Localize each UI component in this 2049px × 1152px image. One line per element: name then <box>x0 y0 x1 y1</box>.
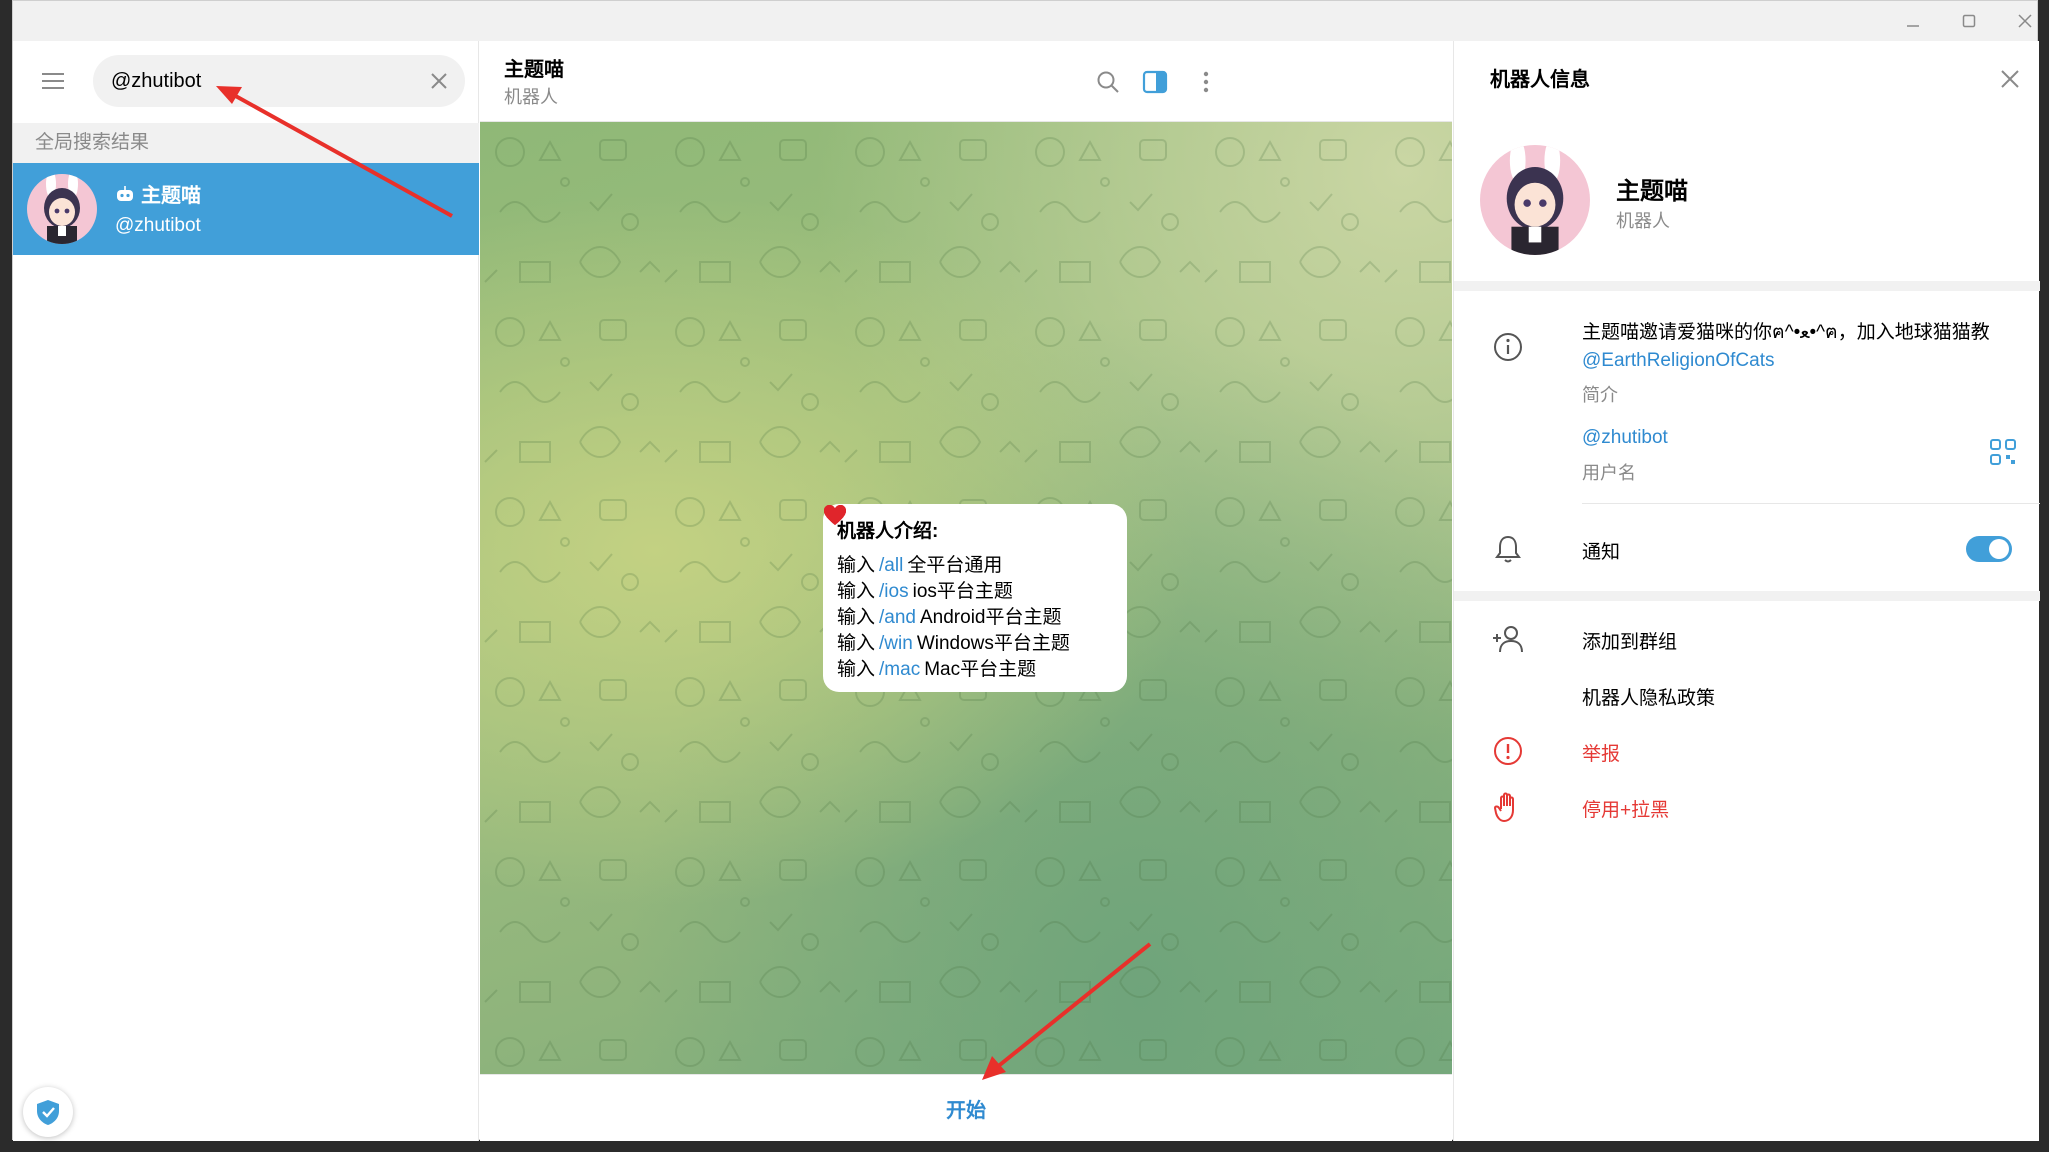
search-result-item[interactable]: 主题喵 @zhutibot <box>13 163 479 255</box>
main-menu-button[interactable] <box>35 63 71 99</box>
intro-title: 机器人介绍: <box>837 521 939 542</box>
line-text: 全平台通用 <box>907 555 1003 576</box>
bio-label: 简介 <box>1582 385 1618 405</box>
start-button[interactable]: 开始 <box>926 1086 1006 1131</box>
bio-link[interactable]: @EarthReligionOfCats <box>1582 350 1774 371</box>
username-label: 用户名 <box>1582 463 1636 483</box>
command-link[interactable]: /win <box>879 631 913 657</box>
command-link[interactable]: /mac <box>879 657 920 683</box>
info-icon <box>1490 329 1526 365</box>
line-prefix: 输入 <box>837 555 876 576</box>
minimize-button[interactable] <box>1885 1 1941 41</box>
username-link[interactable]: @zhutibot <box>1582 427 1668 449</box>
close-icon <box>2018 14 2032 28</box>
privacy-policy-button[interactable]: 机器人隐私政策 <box>1582 683 1715 710</box>
maximize-button[interactable] <box>1941 1 1997 41</box>
result-handle: @zhutibot <box>115 215 201 236</box>
command-line-win: 输入 /win Windows平台主题 <box>824 505 1113 657</box>
bio-block: 主题喵邀请爱猫咪的你ฅ^•ﻌ•^ฅ，加入地球猫猫教 @EarthReligion… <box>1582 319 2022 375</box>
search-field <box>93 55 465 107</box>
clear-search-button[interactable] <box>425 67 453 95</box>
section-divider <box>1454 591 2040 601</box>
row-separator <box>1582 503 2040 504</box>
profile-avatar[interactable] <box>1480 145 1590 255</box>
bot-icon <box>117 185 133 201</box>
minimize-icon <box>1907 25 1919 27</box>
line-text: Android平台主题 <box>920 607 1062 628</box>
avatar <box>27 174 97 244</box>
heart-icon <box>824 505 846 525</box>
profile-status: 机器人 <box>1616 211 1670 231</box>
report-button[interactable]: 举报 <box>1582 739 1620 766</box>
add-user-icon <box>1490 621 1526 657</box>
chat-list-column: 全局搜索结果 主题喵 @zhutibot <box>13 41 479 1141</box>
alert-icon <box>1490 733 1526 769</box>
close-icon <box>431 73 447 89</box>
line-text: Mac平台主题 <box>924 659 1037 680</box>
result-name-text: 主题喵 <box>141 185 201 207</box>
line-text: ios平台主题 <box>912 581 1013 602</box>
block-button[interactable]: 停用+拉黑 <box>1582 795 1669 822</box>
line-prefix: 输入 <box>837 659 876 680</box>
hamburger-icon <box>42 73 64 89</box>
chat-header: 主题喵 机器人 <box>480 41 1452 122</box>
close-icon <box>2001 70 2019 88</box>
bot-info-panel: 机器人信息 主题喵 机器人 主题喵邀请爱猫咪的你ฅ^•ﻌ•^ฅ，加入地球猫猫教 … <box>1453 41 2040 1141</box>
start-bar: 开始 <box>480 1074 1452 1141</box>
command-line-and: 输入 /and Android平台主题 <box>824 505 1113 631</box>
command-line-ios: 输入 /ios ios平台主题 <box>824 505 1113 605</box>
command-link[interactable]: /and <box>879 605 916 631</box>
line-text: Windows平台主题 <box>916 633 1070 654</box>
command-link[interactable]: /ios <box>879 579 909 605</box>
line-prefix: 输入 <box>837 633 876 654</box>
notifications-toggle[interactable] <box>1966 536 2012 562</box>
bell-icon <box>1490 531 1526 567</box>
section-divider <box>1454 281 2040 291</box>
toggle-knob <box>1989 539 2009 559</box>
panel-title: 机器人信息 <box>1490 69 1590 91</box>
maximize-icon <box>1962 14 1976 28</box>
bio-text: 主题喵邀请爱猫咪的你ฅ^•ﻌ•^ฅ，加入地球猫猫教 <box>1582 322 1990 343</box>
command-line-all: 输入 /all 全平台通用 <box>824 505 1113 579</box>
profile-name: 主题喵 <box>1616 178 1688 205</box>
bot-intro-message: 机器人介绍: 输入 /all 全平台通用 输入 /ios ios平台主题 输入 … <box>823 504 1127 692</box>
telegram-window: 全局搜索结果 主题喵 @zhutibot <box>12 0 2040 1141</box>
more-options-button[interactable] <box>1186 62 1226 102</box>
search-icon <box>1097 71 1119 93</box>
qr-code-icon[interactable] <box>1988 437 2018 467</box>
security-shield-button[interactable] <box>23 1087 73 1137</box>
chat-search-button[interactable] <box>1088 62 1128 102</box>
toggle-info-panel-button[interactable] <box>1135 62 1175 102</box>
global-search-header: 全局搜索结果 <box>13 123 479 163</box>
chat-background: 机器人介绍: 输入 /all 全平台通用 输入 /ios ios平台主题 输入 … <box>480 122 1452 1074</box>
line-prefix: 输入 <box>837 607 876 628</box>
search-input[interactable] <box>111 55 411 107</box>
add-to-group-button[interactable]: 添加到群组 <box>1582 627 1677 654</box>
result-name: 主题喵 <box>115 179 201 208</box>
shield-check-icon <box>37 1100 59 1125</box>
panel-close-button[interactable] <box>1992 61 2028 97</box>
more-vertical-icon <box>1203 71 1209 93</box>
command-line-mac: 输入 /mac Mac平台主题 <box>824 505 1113 683</box>
stop-hand-icon <box>1490 789 1526 825</box>
chat-title[interactable]: 主题喵 <box>504 53 564 82</box>
line-prefix: 输入 <box>837 581 876 602</box>
chat-area: 主题喵 机器人 机器人介绍: 输入 /all 全平台通用 输入 /ios ios… <box>480 41 1452 1141</box>
title-bar <box>13 1 2037 41</box>
command-link[interactable]: /all <box>879 553 903 579</box>
notifications-label: 通知 <box>1582 542 1621 563</box>
side-panel-icon <box>1142 70 1168 94</box>
window-close-button[interactable] <box>1997 1 2049 41</box>
chat-subtitle: 机器人 <box>504 87 558 107</box>
